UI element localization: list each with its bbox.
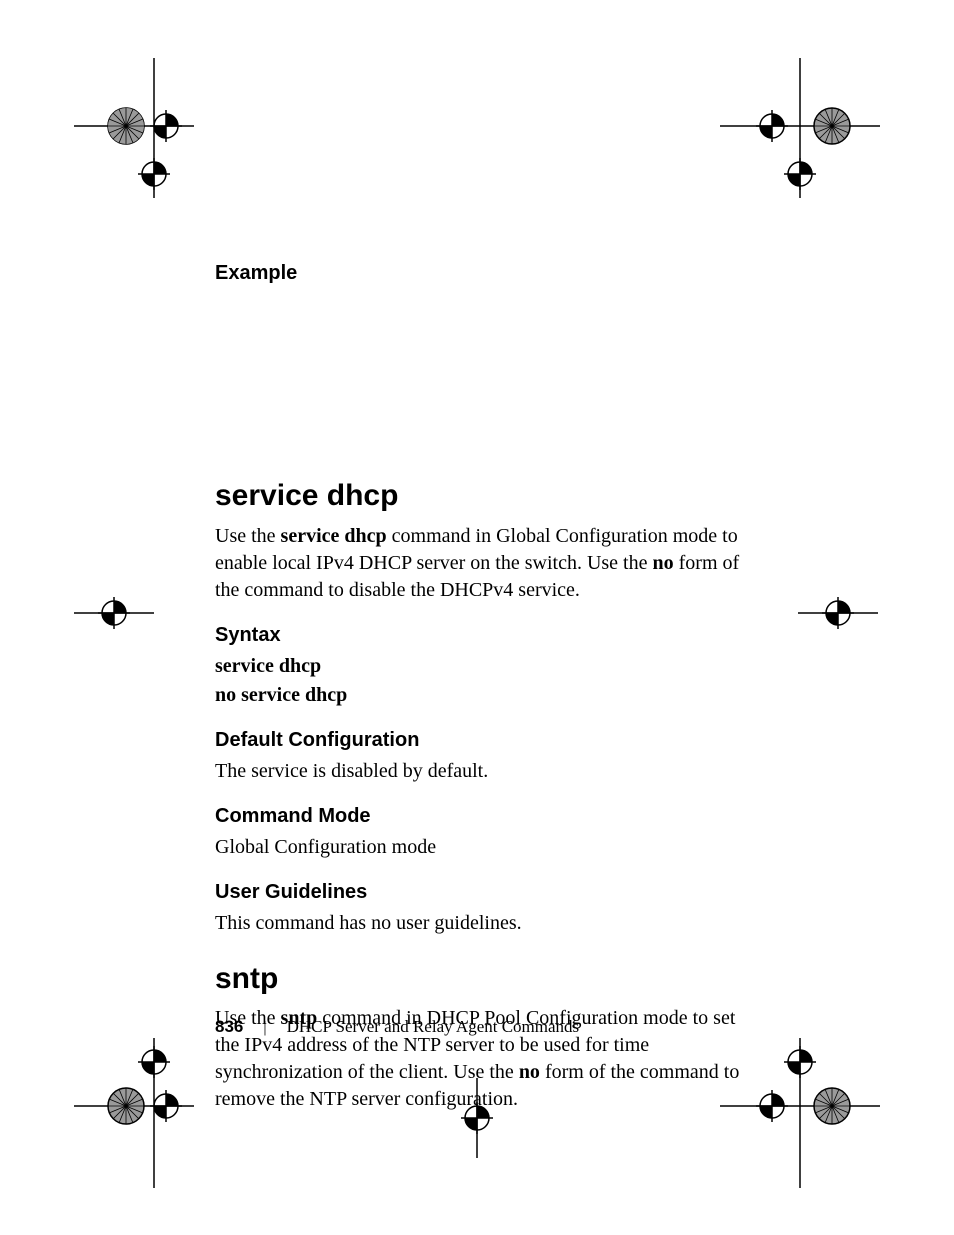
service-dhcp-description: Use the service dhcp command in Global C… (215, 523, 760, 604)
syntax-line: service dhcp (215, 653, 760, 680)
heading-example: Example (215, 260, 760, 287)
registration-mark-icon (720, 58, 880, 198)
heading-service-dhcp: service dhcp (215, 476, 760, 517)
heading-default-configuration: Default Configuration (215, 727, 760, 754)
heading-command-mode: Command Mode (215, 803, 760, 830)
bold-text: no (653, 552, 674, 574)
example-placeholder (215, 291, 760, 446)
user-guidelines-text: This command has no user guidelines. (215, 910, 760, 937)
footer-section-title: DHCP Server and Relay Agent Commands (287, 1017, 580, 1036)
heading-user-guidelines: User Guidelines (215, 879, 760, 906)
registration-mark-icon (74, 588, 154, 638)
registration-mark-icon (74, 58, 194, 198)
registration-mark-icon (74, 1038, 194, 1188)
heading-syntax: Syntax (215, 622, 760, 649)
default-config-text: The service is disabled by default. (215, 758, 760, 785)
page-number: 836 (215, 1017, 243, 1036)
footer-separator: | (247, 1019, 282, 1036)
page: Example service dhcp Use the service dhc… (0, 0, 954, 1235)
text: Use the (215, 525, 281, 547)
registration-mark-icon (798, 588, 878, 638)
syntax-line: no service dhcp (215, 682, 760, 709)
page-footer: 836 | DHCP Server and Relay Agent Comman… (215, 1016, 579, 1039)
bold-text: no (519, 1061, 540, 1083)
heading-sntp: sntp (215, 959, 760, 1000)
content-area: Example service dhcp Use the service dhc… (215, 260, 760, 1117)
bold-text: service dhcp (281, 525, 387, 547)
command-mode-text: Global Configuration mode (215, 834, 760, 861)
